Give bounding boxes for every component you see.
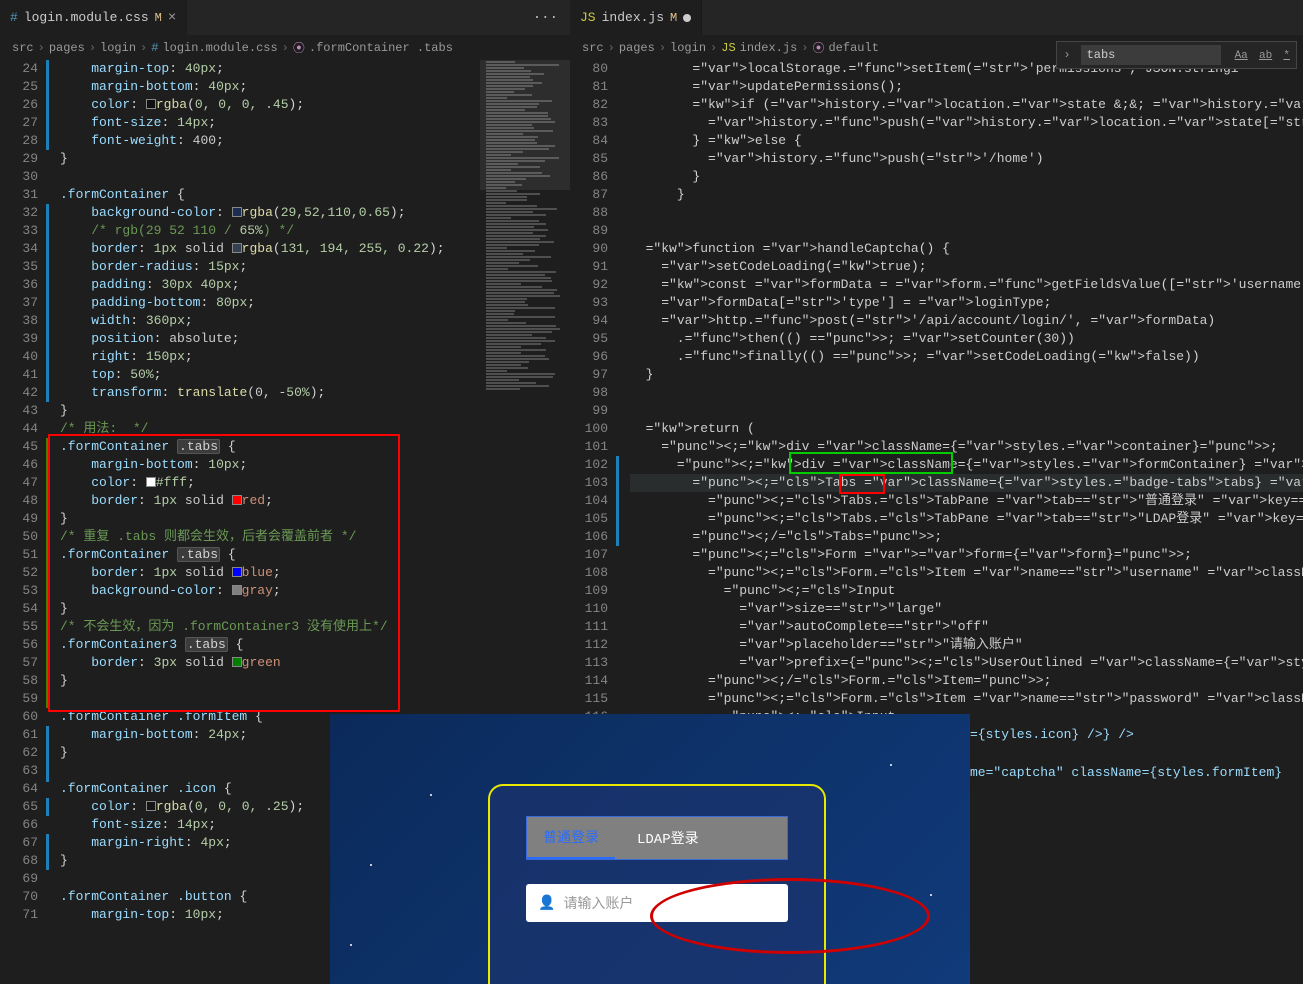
chevron-right-icon[interactable]: ›	[1063, 48, 1070, 62]
minimap[interactable]	[480, 60, 570, 360]
login-preview-panel: 普通登录 LDAP登录 👤 请输入账户	[330, 714, 970, 984]
tab-bar-left: # login.module.css M × ···	[0, 0, 570, 35]
username-input[interactable]: 👤 请输入账户	[526, 884, 788, 922]
input-placeholder: 请输入账户	[563, 893, 633, 913]
crumb-symbol[interactable]: default	[828, 41, 878, 55]
more-actions-button[interactable]: ···	[521, 0, 570, 35]
symbol-icon: ⦿	[812, 39, 824, 56]
match-case-icon[interactable]: Aa	[1235, 50, 1248, 62]
line-number-gutter: 2425262728293031323334353637383940414243…	[0, 60, 46, 924]
tab-bar-right: JS index.js M	[570, 0, 1303, 35]
crumb-src[interactable]: src	[12, 41, 34, 55]
code-area-right[interactable]: ="var">localStorage.="func">setItem(="st…	[630, 60, 1303, 744]
css-file-icon: #	[10, 10, 18, 25]
symbol-icon: ⦿	[293, 39, 305, 56]
regex-icon[interactable]: *	[1283, 50, 1290, 62]
modified-indicator: M	[670, 11, 677, 25]
find-options[interactable]: Aa ab *	[1231, 48, 1290, 62]
crumb-pages[interactable]: pages	[619, 41, 655, 55]
crumb-file[interactable]: login.module.css	[162, 41, 277, 55]
crumb-file[interactable]: index.js	[740, 41, 798, 55]
tab-filename: login.module.css	[24, 10, 149, 25]
tab-normal-login[interactable]: 普通登录	[527, 817, 615, 859]
crumb-pages[interactable]: pages	[49, 41, 85, 55]
tab-index-js[interactable]: JS index.js M	[570, 0, 702, 35]
line-number-gutter: 8081828384858687888990919293949596979899…	[570, 60, 616, 744]
match-word-icon[interactable]: ab	[1259, 50, 1272, 62]
tab-filename: index.js	[602, 10, 664, 25]
close-icon[interactable]: ×	[168, 10, 176, 26]
css-file-icon: #	[151, 41, 158, 55]
overflow-text: ={styles.icon} />} /> me="captcha" class…	[970, 726, 1282, 782]
crumb-login[interactable]: login	[100, 41, 136, 55]
js-file-icon: JS	[721, 41, 735, 55]
find-widget[interactable]: › Aa ab *	[1056, 41, 1297, 69]
js-file-icon: JS	[580, 10, 596, 25]
crumb-symbol[interactable]: .formContainer .tabs	[309, 41, 453, 55]
login-card: 普通登录 LDAP登录 👤 请输入账户	[488, 784, 826, 984]
login-tabs: 普通登录 LDAP登录	[526, 816, 788, 860]
crumb-login[interactable]: login	[670, 41, 706, 55]
breadcrumb-left[interactable]: src› pages› login› # login.module.css› ⦿…	[0, 35, 570, 60]
modified-indicator: M	[155, 11, 162, 25]
crumb-src[interactable]: src	[582, 41, 604, 55]
user-icon: 👤	[538, 895, 555, 912]
find-input[interactable]	[1081, 45, 1221, 65]
tab-ldap-login[interactable]: LDAP登录	[615, 828, 721, 848]
tab-login-css[interactable]: # login.module.css M ×	[0, 0, 187, 35]
unsaved-dot-icon[interactable]	[683, 14, 691, 22]
